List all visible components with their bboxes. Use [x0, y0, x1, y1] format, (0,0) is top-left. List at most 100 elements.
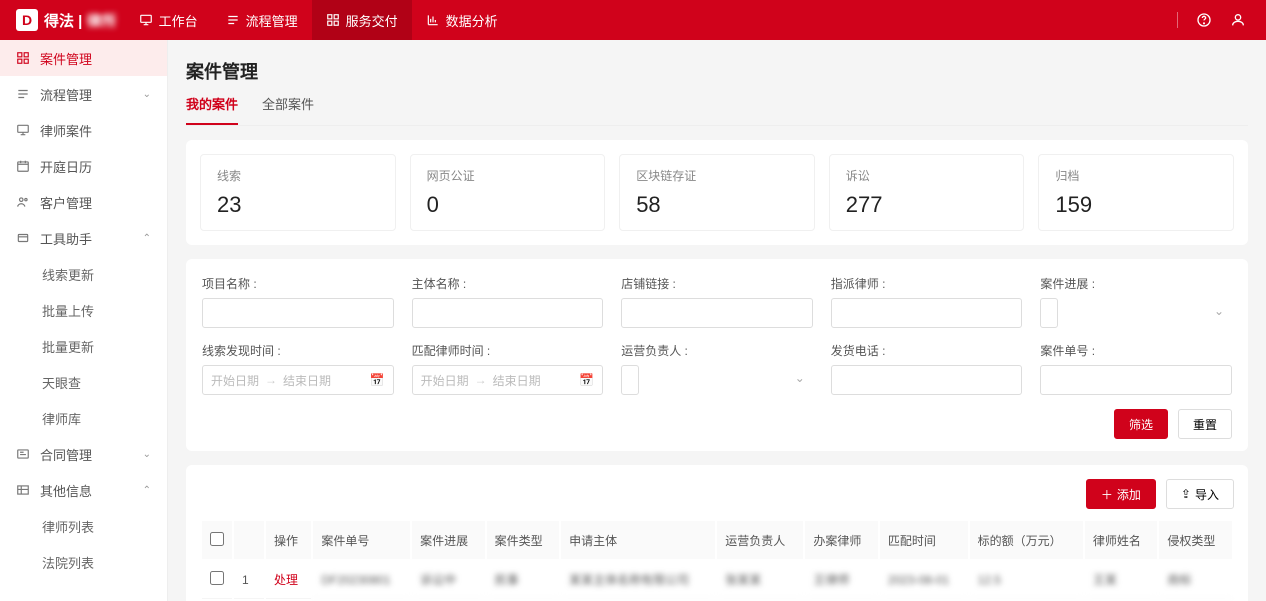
cell-no: DF20230801	[313, 561, 410, 599]
stat-诉讼[interactable]: 诉讼277	[829, 154, 1025, 231]
filter-ship_phone: 发货电话 :	[831, 342, 1023, 395]
stat-label: 网页公证	[427, 167, 589, 184]
plus-icon: ＋	[1101, 486, 1113, 503]
sidebar-subitem-律师库[interactable]: 律师库	[0, 400, 167, 436]
filter-label: 指派律师 :	[831, 275, 1023, 292]
cell-infr: 商标	[1159, 561, 1232, 599]
calendar-icon: 📅	[579, 373, 594, 387]
ship_phone-input[interactable]	[831, 365, 1023, 395]
col-4: 案件进展	[412, 521, 485, 559]
page-title: 案件管理	[186, 58, 1248, 84]
brand-logo[interactable]: D 得法 | 律所	[16, 9, 117, 31]
brand-text: 得法 | 律所	[44, 10, 117, 31]
ops_owner-select[interactable]	[621, 365, 639, 395]
col-6: 申请主体	[561, 521, 715, 559]
stat-线索[interactable]: 线索 23	[200, 154, 396, 231]
grid-icon	[16, 51, 30, 65]
stat-value: 277	[846, 192, 1008, 218]
col-8: 办案律师	[805, 521, 878, 559]
filter-button[interactable]: 筛选	[1114, 409, 1168, 439]
flow-icon	[16, 87, 30, 101]
filter-case_no: 案件单号 :	[1040, 342, 1232, 395]
desktop-icon	[16, 123, 30, 137]
stat-label: 线索	[217, 167, 379, 184]
stat-网页公证[interactable]: 网页公证 0	[410, 154, 606, 231]
filter-case_progress: 案件进展 :	[1040, 275, 1232, 328]
tab-0[interactable]: 我的案件	[186, 94, 238, 125]
select-all-checkbox[interactable]	[210, 532, 224, 546]
sidebar-item-案件管理[interactable]: 案件管理	[0, 40, 167, 76]
nav-label: 数据分析	[446, 11, 498, 30]
sidebar-item-客户管理[interactable]: 客户管理	[0, 184, 167, 220]
stat-label: 区块链存证	[636, 167, 798, 184]
filter-label: 案件单号 :	[1040, 342, 1232, 359]
match_lawyer_time-range[interactable]: 开始日期→结束日期📅	[412, 365, 604, 395]
top-actions	[1177, 12, 1250, 28]
col-3: 案件单号	[313, 521, 410, 559]
sidebar-label: 流程管理	[40, 85, 92, 104]
nav-desktop[interactable]: 工作台	[125, 0, 212, 40]
sidebar: 案件管理流程管理⌄ 律师案件开庭日历客户管理工具助手⌃线索更新批量上传批量更新天眼…	[0, 40, 168, 601]
assigned_lawyer-input[interactable]	[831, 298, 1023, 328]
cell-type: 民事	[487, 561, 560, 599]
sidebar-item-工具助手[interactable]: 工具助手⌃	[0, 220, 167, 256]
nav-grid[interactable]: 服务交付	[312, 0, 412, 40]
help-icon[interactable]	[1196, 12, 1212, 28]
import-button[interactable]: ⇪导入	[1166, 479, 1234, 509]
cell-subject: 某某主体名称有限公司	[561, 561, 715, 599]
row-checkbox[interactable]	[210, 571, 224, 585]
stat-value: 23	[217, 192, 379, 218]
sidebar-subitem-批量上传[interactable]: 批量上传	[0, 292, 167, 328]
sidebar-item-其他信息[interactable]: 其他信息⌃	[0, 472, 167, 508]
filter-subject_name: 主体名称 :	[412, 275, 604, 328]
user-icon[interactable]	[1230, 12, 1246, 28]
case_progress-select[interactable]	[1040, 298, 1058, 328]
clue_discover_time-range[interactable]: 开始日期→结束日期📅	[202, 365, 394, 395]
nav-flow[interactable]: 流程管理	[212, 0, 312, 40]
col-2: 操作	[266, 521, 311, 559]
sidebar-item-合同管理[interactable]: 合同管理⌄	[0, 436, 167, 472]
case_no-input[interactable]	[1040, 365, 1232, 395]
stat-归档[interactable]: 归档 159	[1038, 154, 1234, 231]
nav-chart[interactable]: 数据分析	[412, 0, 512, 40]
row-action[interactable]: 处理	[274, 573, 298, 587]
store_url-input[interactable]	[621, 298, 813, 328]
sidebar-label: 客户管理	[40, 193, 92, 212]
cell-owner: 张某某	[717, 561, 803, 599]
col-11: 律师姓名	[1085, 521, 1158, 559]
reset-button[interactable]: 重置	[1178, 409, 1232, 439]
sidebar-subitem-法院列表[interactable]: 法院列表	[0, 544, 167, 580]
filter-label: 运营负责人 :	[621, 342, 813, 359]
sidebar-subitem-线索更新[interactable]: 线索更新	[0, 256, 167, 292]
sidebar-subitem-律师列表[interactable]: 律师列表	[0, 508, 167, 544]
sidebar-label: 开庭日历	[40, 157, 92, 176]
divider-icon	[1177, 12, 1178, 28]
subject_name-input[interactable]	[412, 298, 604, 328]
flow-icon	[226, 13, 240, 27]
add-button[interactable]: ＋添加	[1086, 479, 1156, 509]
tool-icon	[16, 231, 30, 245]
cell-lawyer: 王律师	[805, 561, 878, 599]
sidebar-item-流程管理[interactable]: 流程管理⌄	[0, 76, 167, 112]
sidebar-item-开庭日历[interactable]: 开庭日历	[0, 148, 167, 184]
nav-label: 工作台	[159, 11, 198, 30]
project_name-input[interactable]	[202, 298, 394, 328]
stat-区块链存证[interactable]: 区块链存证58	[619, 154, 815, 231]
stat-label: 归档	[1055, 167, 1217, 184]
tab-1[interactable]: 全部案件	[262, 94, 314, 125]
col-7: 运营负责人	[717, 521, 803, 559]
calendar-icon	[16, 159, 30, 173]
sidebar-label: 律师案件	[40, 121, 92, 140]
nav-label: 服务交付	[346, 11, 398, 30]
chart-icon	[426, 13, 440, 27]
stat-value: 0	[427, 192, 589, 218]
cell-lname: 王某	[1085, 561, 1158, 599]
brand-icon: D	[16, 9, 38, 31]
sidebar-item-律师案件[interactable]: 律师案件	[0, 112, 167, 148]
top-nav: 工作台流程管理 服务交付 数据分析	[125, 0, 512, 40]
filter-project_name: 项目名称 :	[202, 275, 394, 328]
col-5: 案件类型	[487, 521, 560, 559]
sidebar-subitem-批量更新[interactable]: 批量更新	[0, 328, 167, 364]
stat-value: 159	[1055, 192, 1217, 218]
sidebar-subitem-天眼查[interactable]: 天眼查	[0, 364, 167, 400]
